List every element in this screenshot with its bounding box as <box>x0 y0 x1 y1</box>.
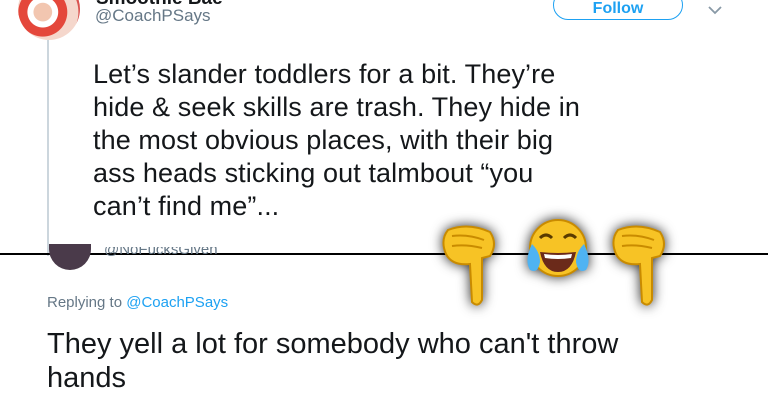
tweet-text-line: Let’s slander toddlers for a bit. They’r… <box>93 59 556 89</box>
tears-of-joy-icon <box>522 214 594 284</box>
original-tweet: Smoothie Bae @CoachPSays Follow Let’s sl… <box>0 0 768 256</box>
thread-line <box>47 40 49 256</box>
replying-to: Replying to @CoachPSays <box>47 294 228 311</box>
reply-text-line: hands <box>47 362 127 394</box>
avatar[interactable] <box>18 0 80 40</box>
replying-to-link[interactable]: @CoachPSays <box>126 294 228 311</box>
reply-handle[interactable]: @NoFucksGiven <box>104 247 218 259</box>
tweet-text-line: the most obvious places, with their big <box>93 125 554 155</box>
tweet-text-line: hide & seek skills are trash. They hide … <box>93 92 580 122</box>
replying-prefix: Replying to <box>47 294 123 311</box>
reply-avatar[interactable] <box>49 244 91 270</box>
follow-button[interactable]: Follow <box>553 0 683 20</box>
pointing-down-icon <box>608 222 672 308</box>
tweet-text-line: ass heads sticking out talmbout “you <box>93 158 534 188</box>
reply-text: They yell a lot for somebody who can't t… <box>47 327 747 395</box>
tweet-text: Let’s slander toddlers for a bit. They’r… <box>93 58 733 223</box>
chevron-down-icon[interactable] <box>705 0 725 20</box>
pointing-down-icon <box>438 222 502 308</box>
tweet-text-line: can’t find me”... <box>93 191 280 221</box>
reply-text-line: They yell a lot for somebody who can't t… <box>47 328 619 360</box>
tweet-handle[interactable]: @CoachPSays <box>95 6 211 26</box>
